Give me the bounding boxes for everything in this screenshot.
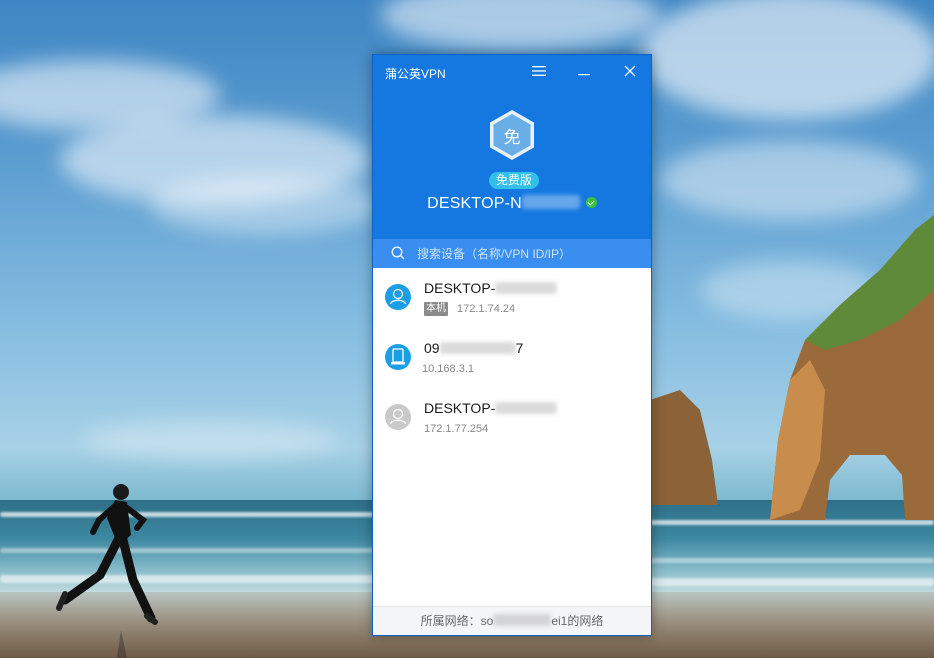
local-device-tag: 本机 bbox=[424, 302, 448, 316]
online-status-icon bbox=[585, 197, 597, 208]
title-bar[interactable]: 蒲公英VPN bbox=[373, 55, 651, 89]
search-icon bbox=[391, 246, 405, 260]
network-label-prefix: 所属网络：so bbox=[420, 614, 494, 628]
device-ip: 172.1.74.24 bbox=[457, 303, 516, 315]
minimize-button[interactable] bbox=[569, 61, 599, 83]
account-header: 蒲公英VPN 免 免费版 DESKTOP-N bbox=[373, 55, 651, 239]
router-icon bbox=[385, 344, 411, 370]
search-bar bbox=[373, 239, 651, 268]
badge-char: 免 bbox=[503, 128, 521, 147]
plan-hexagon-badge: 免 bbox=[488, 109, 536, 161]
device-name: DESKTOP- bbox=[424, 400, 558, 416]
device-list: DESKTOP- 本机 172.1.74.24 097 10.168.3.1 bbox=[373, 268, 651, 448]
host-name: DESKTOP-N bbox=[427, 195, 522, 212]
plan-label: 免费版 bbox=[489, 172, 540, 189]
host-name-row: DESKTOP-N bbox=[373, 195, 651, 213]
close-icon bbox=[624, 65, 636, 77]
device-name: 09 7 bbox=[424, 340, 524, 356]
device-ip: 172.1.77.254 bbox=[424, 423, 489, 435]
hamburger-icon bbox=[532, 66, 546, 76]
app-title: 蒲公英VPN bbox=[385, 67, 446, 81]
network-footer: 所属网络：so ei1的网络 bbox=[373, 606, 651, 635]
search-input[interactable] bbox=[417, 243, 637, 264]
device-item[interactable]: 09 7 10.168.3.1 bbox=[373, 328, 651, 388]
device-item[interactable]: DESKTOP- 172.1.77.254 bbox=[373, 388, 651, 448]
network-label-suffix: ei1的网络 bbox=[551, 614, 604, 628]
redacted-text bbox=[521, 195, 580, 209]
close-button[interactable] bbox=[615, 61, 645, 83]
minimize-icon bbox=[578, 74, 590, 76]
device-ip: 10.168.3.1 bbox=[422, 363, 474, 375]
user-avatar-icon bbox=[385, 284, 411, 310]
device-item[interactable]: DESKTOP- 本机 172.1.74.24 bbox=[373, 268, 651, 328]
user-avatar-offline-icon bbox=[385, 404, 411, 430]
menu-button[interactable] bbox=[524, 61, 554, 83]
device-name: DESKTOP- bbox=[424, 280, 558, 296]
vpn-app-window: 蒲公英VPN 免 免费版 DESKTOP-N 搜索设备（名称/VPN ID/IP… bbox=[372, 54, 652, 636]
